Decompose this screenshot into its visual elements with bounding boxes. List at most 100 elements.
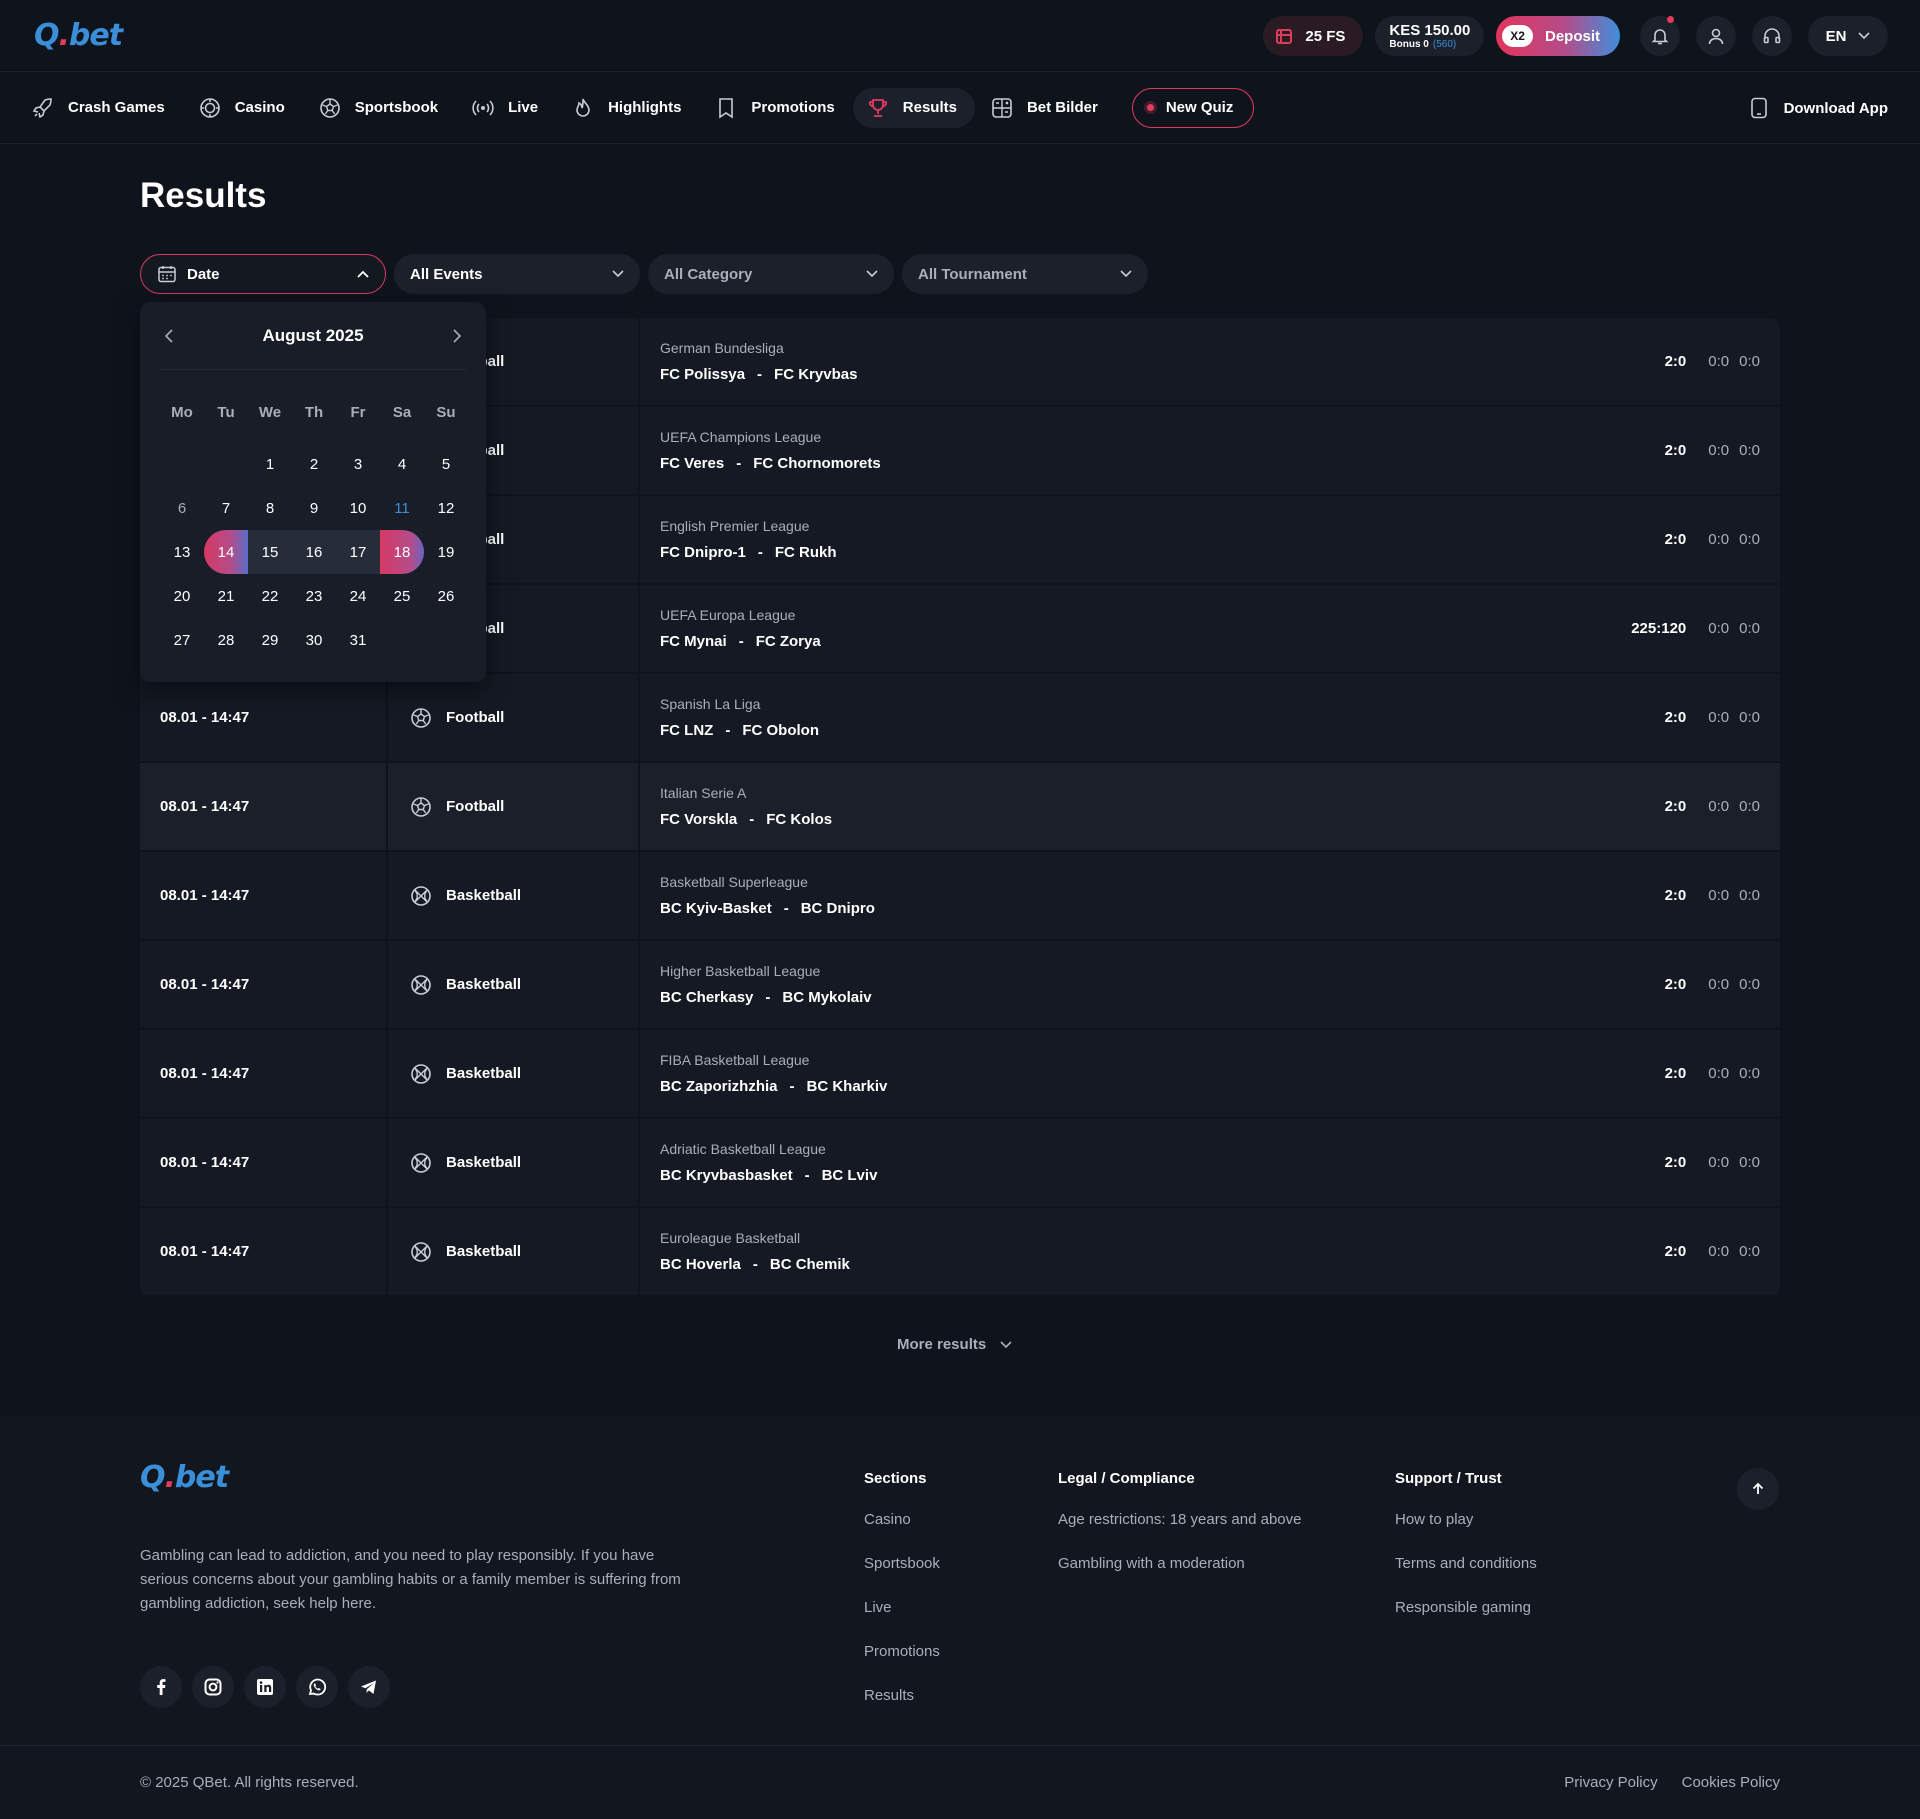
basketball-icon (411, 1063, 431, 1084)
instagram-link[interactable] (192, 1666, 234, 1708)
calendar-day[interactable]: 30 (292, 618, 336, 662)
calendar-week: 6 7 8 9 10 11 12 (160, 486, 468, 530)
nav-results[interactable]: Results (852, 87, 975, 128)
free-spins-button[interactable]: 25 FS (1263, 16, 1364, 56)
calendar-day[interactable]: 9 (292, 486, 336, 530)
match-score: 2:0 0:0 0:0 (1665, 852, 1760, 939)
footer-link-terms[interactable]: Terms and conditions (1395, 1555, 1537, 1599)
league-name: Basketball Superleague (660, 874, 808, 890)
date-filter[interactable]: Date (140, 254, 386, 294)
whatsapp-link[interactable] (296, 1666, 338, 1708)
calendar-day[interactable]: 4 (380, 442, 424, 486)
table-row[interactable]: 08.01 - 14:47 Basketball Adriatic Basketba… (140, 1119, 1780, 1208)
period-score: 0:0 (1739, 353, 1760, 370)
calendar-day[interactable]: 15 (248, 530, 292, 574)
footer-link-age[interactable]: Age restrictions: 18 years and above (1058, 1511, 1301, 1555)
notifications-button[interactable] (1640, 16, 1680, 56)
calendar-day[interactable]: 5 (424, 442, 468, 486)
calendar-day[interactable]: 14 (204, 530, 248, 574)
calendar-day[interactable]: 3 (336, 442, 380, 486)
download-app-button[interactable]: Download App (1750, 88, 1888, 128)
footer-link-moderation[interactable]: Gambling with a moderation (1058, 1555, 1301, 1599)
footer-sections: Sections Casino Sportsbook Live Promotio… (864, 1470, 940, 1731)
events-filter[interactable]: All Events (394, 254, 640, 294)
calendar-day[interactable]: 25 (380, 574, 424, 618)
footer-link-how-to-play[interactable]: How to play (1395, 1511, 1537, 1555)
calendar-day[interactable]: 16 (292, 530, 336, 574)
match-score: 2:0 0:0 0:0 (1665, 1030, 1760, 1117)
deposit-button[interactable]: X2 Deposit (1496, 16, 1620, 56)
calendar-day[interactable]: 28 (204, 618, 248, 662)
more-results-button[interactable]: More results (897, 1336, 1012, 1353)
calendar-day[interactable]: 13 (160, 530, 204, 574)
footer-link-results[interactable]: Results (864, 1687, 940, 1731)
calendar-day[interactable]: 7 (204, 486, 248, 530)
footer-link-responsible[interactable]: Responsible gaming (1395, 1599, 1537, 1643)
cookies-policy-link[interactable]: Cookies Policy (1682, 1774, 1780, 1791)
calendar-day[interactable]: 1 (248, 442, 292, 486)
footer-link-live[interactable]: Live (864, 1599, 940, 1643)
calendar-day[interactable]: 24 (336, 574, 380, 618)
calendar-empty (380, 618, 424, 662)
broadcast-icon (472, 99, 494, 116)
nav-live[interactable]: Live (472, 88, 556, 128)
table-row[interactable]: 08.01 - 14:47 Basketball Basketball Superl… (140, 852, 1780, 941)
calendar-day[interactable]: 11 (380, 486, 424, 530)
facebook-link[interactable] (140, 1666, 182, 1708)
qbet-logo[interactable]: Q.bet (34, 18, 123, 53)
calendar-day[interactable]: 8 (248, 486, 292, 530)
final-score: 2:0 (1664, 353, 1687, 370)
table-row[interactable]: 08.01 - 14:47 Basketball Euroleague Basket… (140, 1208, 1780, 1297)
chevron-left-icon[interactable] (164, 328, 174, 343)
nav-new-quiz[interactable]: New Quiz (1131, 87, 1255, 128)
match-teams: BC Zaporizhzhia - BC Kharkiv (660, 1078, 1780, 1095)
nav-crash-games[interactable]: Crash Games (32, 88, 183, 128)
calendar-day[interactable]: 10 (336, 486, 380, 530)
privacy-policy-link[interactable]: Privacy Policy (1564, 1774, 1657, 1791)
language-select[interactable]: EN (1808, 16, 1888, 56)
final-score: 2:0 (1664, 976, 1687, 993)
calendar-day[interactable]: 29 (248, 618, 292, 662)
builder-icon (992, 97, 1012, 118)
nav-bet-bilder[interactable]: Bet Bilder (991, 88, 1116, 128)
calendar-day[interactable]: 18 (380, 530, 424, 574)
calendar-day[interactable]: 27 (160, 618, 204, 662)
table-row[interactable]: 08.01 - 14:47 Football Italian Serie A FC V… (140, 763, 1780, 852)
category-filter[interactable]: All Category (648, 254, 894, 294)
nav-highlights[interactable]: Highlights (572, 88, 699, 128)
nav-promotions[interactable]: Promotions (715, 88, 852, 128)
calendar-day[interactable]: 6 (160, 486, 204, 530)
footer-link-sportsbook[interactable]: Sportsbook (864, 1555, 940, 1599)
calendar-day[interactable]: 19 (424, 530, 468, 574)
telegram-link[interactable] (348, 1666, 390, 1708)
tournament-filter[interactable]: All Tournament (902, 254, 1148, 294)
nav-sportsbook[interactable]: Sportsbook (319, 88, 456, 128)
calendar-day[interactable]: 23 (292, 574, 336, 618)
calendar-day[interactable]: 2 (292, 442, 336, 486)
table-row[interactable]: 08.01 - 14:47 Football Spanish La Liga FC L… (140, 674, 1780, 763)
away-team: FC Chornomorets (753, 455, 881, 472)
scroll-top-button[interactable] (1737, 1468, 1779, 1510)
calendar-day[interactable]: 17 (336, 530, 380, 574)
footer-logo[interactable]: Q.bet (140, 1460, 229, 1495)
support-button[interactable] (1752, 16, 1792, 56)
calendar-day[interactable]: 21 (204, 574, 248, 618)
calendar-day[interactable]: 31 (336, 618, 380, 662)
calendar-day[interactable]: 26 (424, 574, 468, 618)
period-score: 0:0 (1739, 887, 1760, 904)
chevron-right-icon[interactable] (452, 328, 462, 343)
table-row[interactable]: 08.01 - 14:47 Basketball FIBA Basketball L… (140, 1030, 1780, 1119)
calendar-day[interactable]: 22 (248, 574, 292, 618)
match-teams: FC LNZ - FC Obolon (660, 722, 1780, 739)
profile-button[interactable] (1696, 16, 1736, 56)
footer-link-promotions[interactable]: Promotions (864, 1643, 940, 1687)
calendar-day[interactable]: 12 (424, 486, 468, 530)
calendar-day[interactable]: 20 (160, 574, 204, 618)
table-row[interactable]: 08.01 - 14:47 Basketball Higher Basketball… (140, 941, 1780, 1030)
linkedin-link[interactable] (244, 1666, 286, 1708)
balance-display[interactable]: KES 150.00 Bonus 0 (560) (1375, 16, 1485, 56)
match-score: 2:0 0:0 0:0 (1665, 941, 1760, 1028)
period-score: 0:0 (1708, 709, 1730, 726)
nav-casino[interactable]: Casino (199, 88, 303, 128)
footer-link-casino[interactable]: Casino (864, 1511, 940, 1555)
